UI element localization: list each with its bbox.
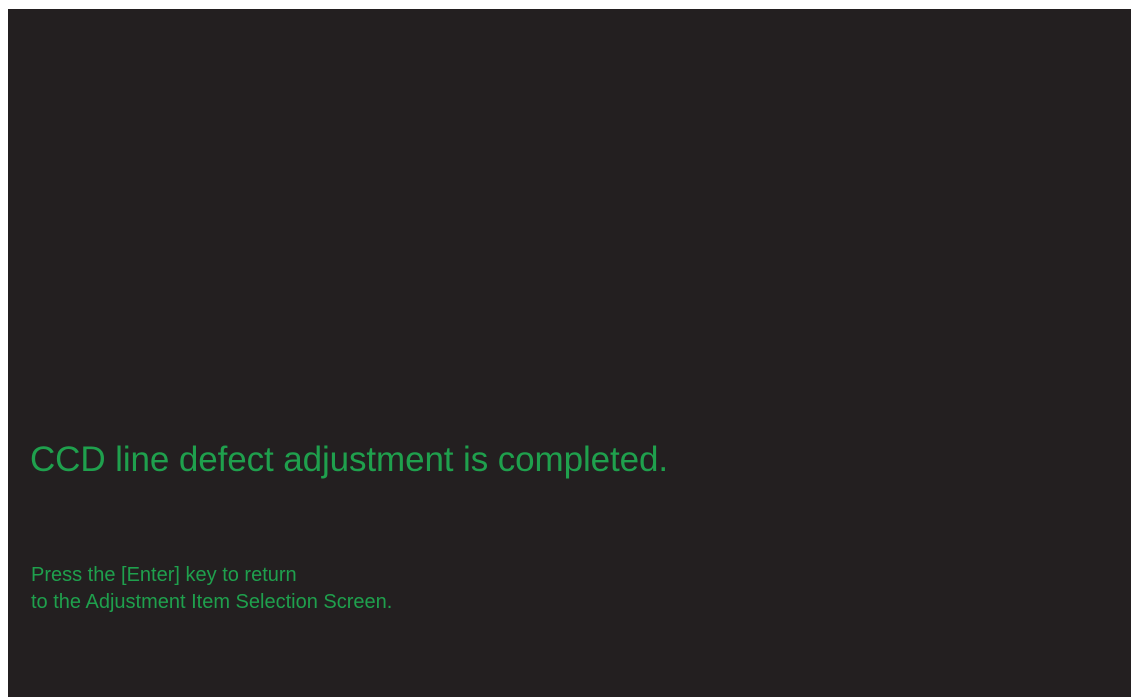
instruction-line-1: Press the [Enter] key to return <box>31 564 297 586</box>
adjustment-screen: CCD line defect adjustment is completed.… <box>8 9 1131 697</box>
instruction-line-2: to the Adjustment Item Selection Screen. <box>31 591 393 613</box>
instruction-text: Press the [Enter] key to return to the A… <box>31 562 392 616</box>
completion-message: CCD line defect adjustment is completed. <box>30 440 668 479</box>
